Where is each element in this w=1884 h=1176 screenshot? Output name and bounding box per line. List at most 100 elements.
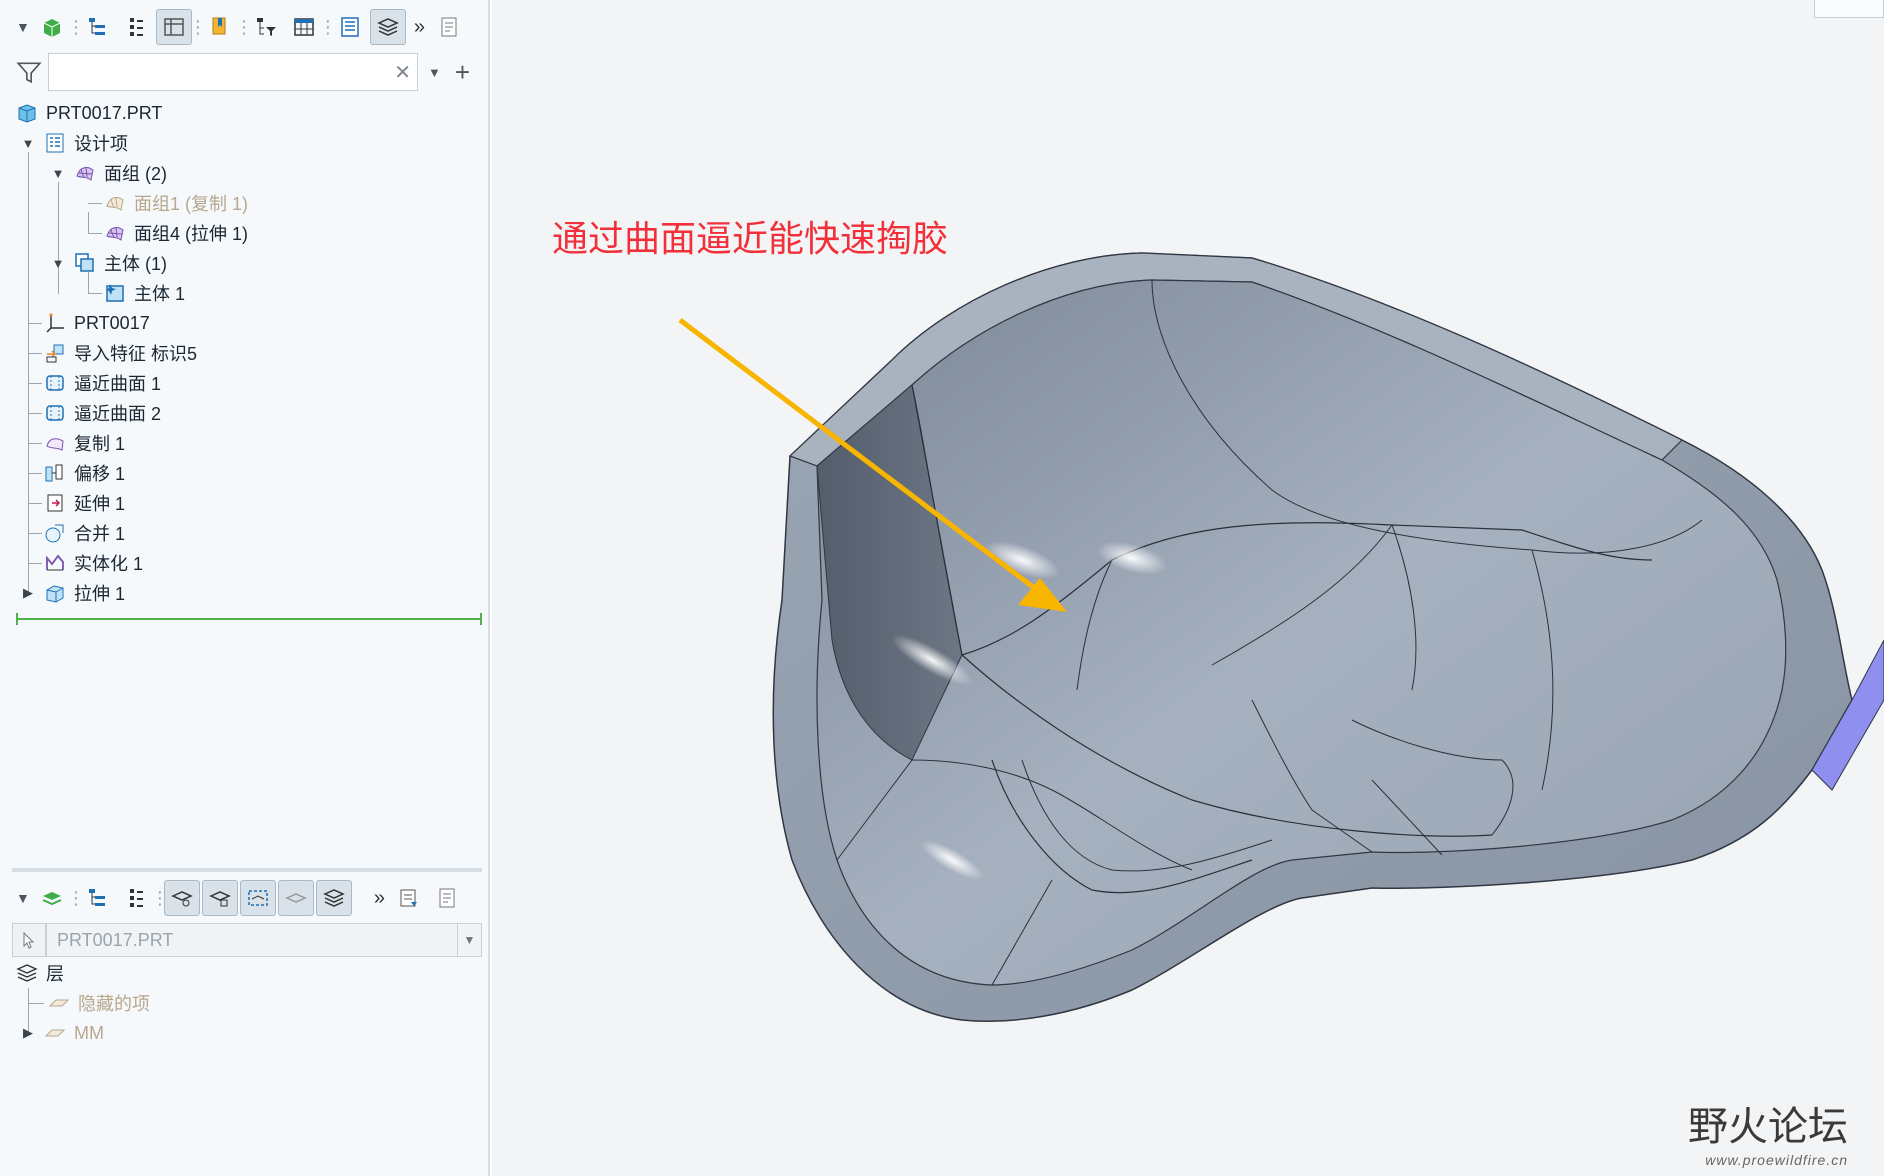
- model-tree-tab-icon[interactable]: [34, 9, 70, 45]
- tree-item-label: 合并 1: [74, 524, 126, 544]
- quilt-icon: [102, 220, 128, 246]
- part-model[interactable]: [492, 0, 1884, 1176]
- model-dropdown[interactable]: PRT0017.PRT ▼: [46, 923, 482, 957]
- approximate-surface-icon: [42, 370, 68, 396]
- tree-item-label: 主体 1: [134, 284, 186, 304]
- layer-stack-icon[interactable]: [315, 880, 352, 916]
- layer-select-icon[interactable]: [239, 880, 276, 916]
- panel-splitter[interactable]: [12, 868, 482, 872]
- collapse-icon[interactable]: ▼: [50, 256, 66, 271]
- expand-icon[interactable]: ▶: [20, 585, 36, 601]
- tree-item-label: 层: [46, 964, 64, 984]
- tree-item-extrude-1[interactable]: ▶ 拉伸 1: [20, 578, 125, 608]
- toolbar-separator: ⋮: [150, 887, 169, 908]
- part-icon: [14, 100, 40, 126]
- tree-item-label: MM: [74, 1022, 104, 1043]
- tree-columns-icon[interactable]: [118, 9, 154, 45]
- tree-item-csys[interactable]: PRT0017: [42, 308, 150, 338]
- model-tree-view-icon[interactable]: [332, 9, 368, 45]
- search-row: ✕ ▼ +: [0, 50, 490, 94]
- quilt-icon: [102, 190, 128, 216]
- tree-item-design-items[interactable]: ▼ 设计项: [20, 128, 128, 158]
- layer-icon: [42, 1020, 68, 1046]
- tree-columns-icon[interactable]: [118, 880, 154, 916]
- tree-item-part[interactable]: PRT0017.PRT: [14, 98, 162, 128]
- tree-connector: [28, 383, 42, 384]
- tree-item-import-feature[interactable]: 导入特征 标识5: [42, 338, 197, 368]
- collapse-icon[interactable]: ▼: [20, 136, 36, 151]
- tree-item-body-1[interactable]: 主体 1: [102, 278, 185, 308]
- tree-item-quilt-4[interactable]: 面组4 (拉伸 1): [102, 218, 248, 248]
- tree-settings-icon[interactable]: [80, 9, 116, 45]
- search-input[interactable]: [49, 54, 417, 90]
- show-details-icon[interactable]: [155, 9, 192, 45]
- notes-icon[interactable]: [431, 9, 467, 45]
- layers-tab-icon[interactable]: [34, 880, 70, 916]
- layer-tree-toolbar: ▼ ⋮ ⋮ »: [0, 873, 490, 923]
- tree-settings-icon[interactable]: [80, 880, 116, 916]
- tree-connector: [28, 443, 42, 444]
- toolbar-separator: ⋮: [318, 16, 337, 37]
- navigator-dropdown-icon[interactable]: ▼: [16, 890, 30, 906]
- notes-icon[interactable]: [429, 880, 465, 916]
- layer-icon: [46, 990, 72, 1016]
- coordinate-system-icon: [42, 310, 68, 336]
- layer-properties-icon[interactable]: [391, 880, 427, 916]
- tree-item-bodies[interactable]: ▼ 主体 (1): [50, 248, 167, 278]
- navigator-dropdown-icon[interactable]: ▼: [16, 19, 30, 35]
- toolbar-separator: ⋮: [234, 16, 253, 37]
- view-corner-widget[interactable]: [1814, 0, 1884, 18]
- plus-icon[interactable]: +: [455, 57, 470, 88]
- tree-item-label: 面组 (2): [104, 164, 167, 184]
- copy-surface-icon: [42, 430, 68, 456]
- funnel-icon[interactable]: [16, 59, 42, 85]
- insert-here-marker[interactable]: [16, 613, 482, 625]
- tree-item-extend-1[interactable]: 延伸 1: [42, 488, 125, 518]
- tree-connector: [88, 293, 102, 294]
- chevron-down-icon[interactable]: ▼: [428, 65, 441, 80]
- tree-item-solidify-1[interactable]: 实体化 1: [42, 548, 143, 578]
- tree-item-approx-surface-2[interactable]: 逼近曲面 2: [42, 398, 161, 428]
- quilt-icon: [72, 160, 98, 186]
- model-dropdown-value: PRT0017.PRT: [57, 929, 174, 950]
- tree-item-quilts[interactable]: ▼ 面组 (2): [50, 158, 167, 188]
- tree-item-layers-root[interactable]: 层: [14, 958, 64, 988]
- tree-item-layer-mm[interactable]: ▶ MM: [20, 1018, 104, 1048]
- tree-item-merge-1[interactable]: 合并 1: [42, 518, 125, 548]
- tree-connector: [28, 1003, 44, 1004]
- layer-hide-icon[interactable]: [277, 880, 314, 916]
- active-model-select: PRT0017.PRT ▼: [12, 922, 482, 958]
- tree-item-quilt-1[interactable]: 面组1 (复制 1): [102, 188, 248, 218]
- watermark-url: www.proewildfire.cn: [1705, 1152, 1848, 1168]
- layer-tree-view-icon[interactable]: [369, 9, 406, 45]
- tree-item-label: 偏移 1: [74, 464, 126, 484]
- tree-item-hidden-items[interactable]: 隐藏的项: [46, 988, 150, 1018]
- graphics-viewport[interactable]: 通过曲面逼近能快速掏胶 野火论坛 www.proewildfire.cn: [492, 0, 1884, 1176]
- tree-item-offset-1[interactable]: 偏移 1: [42, 458, 125, 488]
- solidify-icon: [42, 550, 68, 576]
- offset-icon: [42, 460, 68, 486]
- search-box: ✕: [48, 53, 418, 91]
- tree-item-label: 复制 1: [74, 434, 126, 454]
- tree-item-copy-1[interactable]: 复制 1: [42, 428, 125, 458]
- chevron-down-icon[interactable]: ▼: [457, 924, 481, 956]
- tree-filter-icon[interactable]: [248, 9, 284, 45]
- layer-isolate-icon[interactable]: [201, 880, 238, 916]
- collapse-icon[interactable]: ▼: [50, 166, 66, 181]
- expand-icon[interactable]: ▶: [20, 1025, 36, 1041]
- tree-item-label: 逼近曲面 2: [74, 404, 162, 424]
- bookmark-icon[interactable]: [202, 9, 238, 45]
- layer-show-icon[interactable]: [163, 880, 200, 916]
- tree-item-label: 拉伸 1: [74, 584, 126, 604]
- close-icon[interactable]: ✕: [394, 60, 411, 85]
- tree-item-label: 逼近曲面 1: [74, 374, 162, 394]
- tree-connector: [28, 152, 29, 592]
- pick-model-icon[interactable]: [12, 923, 46, 957]
- double-chevron-right-icon[interactable]: »: [414, 16, 425, 39]
- tree-connector: [88, 212, 89, 234]
- approximate-surface-icon: [42, 400, 68, 426]
- tree-table-icon[interactable]: [286, 9, 322, 45]
- bodies-icon: [72, 250, 98, 276]
- tree-item-approx-surface-1[interactable]: 逼近曲面 1: [42, 368, 161, 398]
- double-chevron-right-icon[interactable]: »: [374, 887, 385, 910]
